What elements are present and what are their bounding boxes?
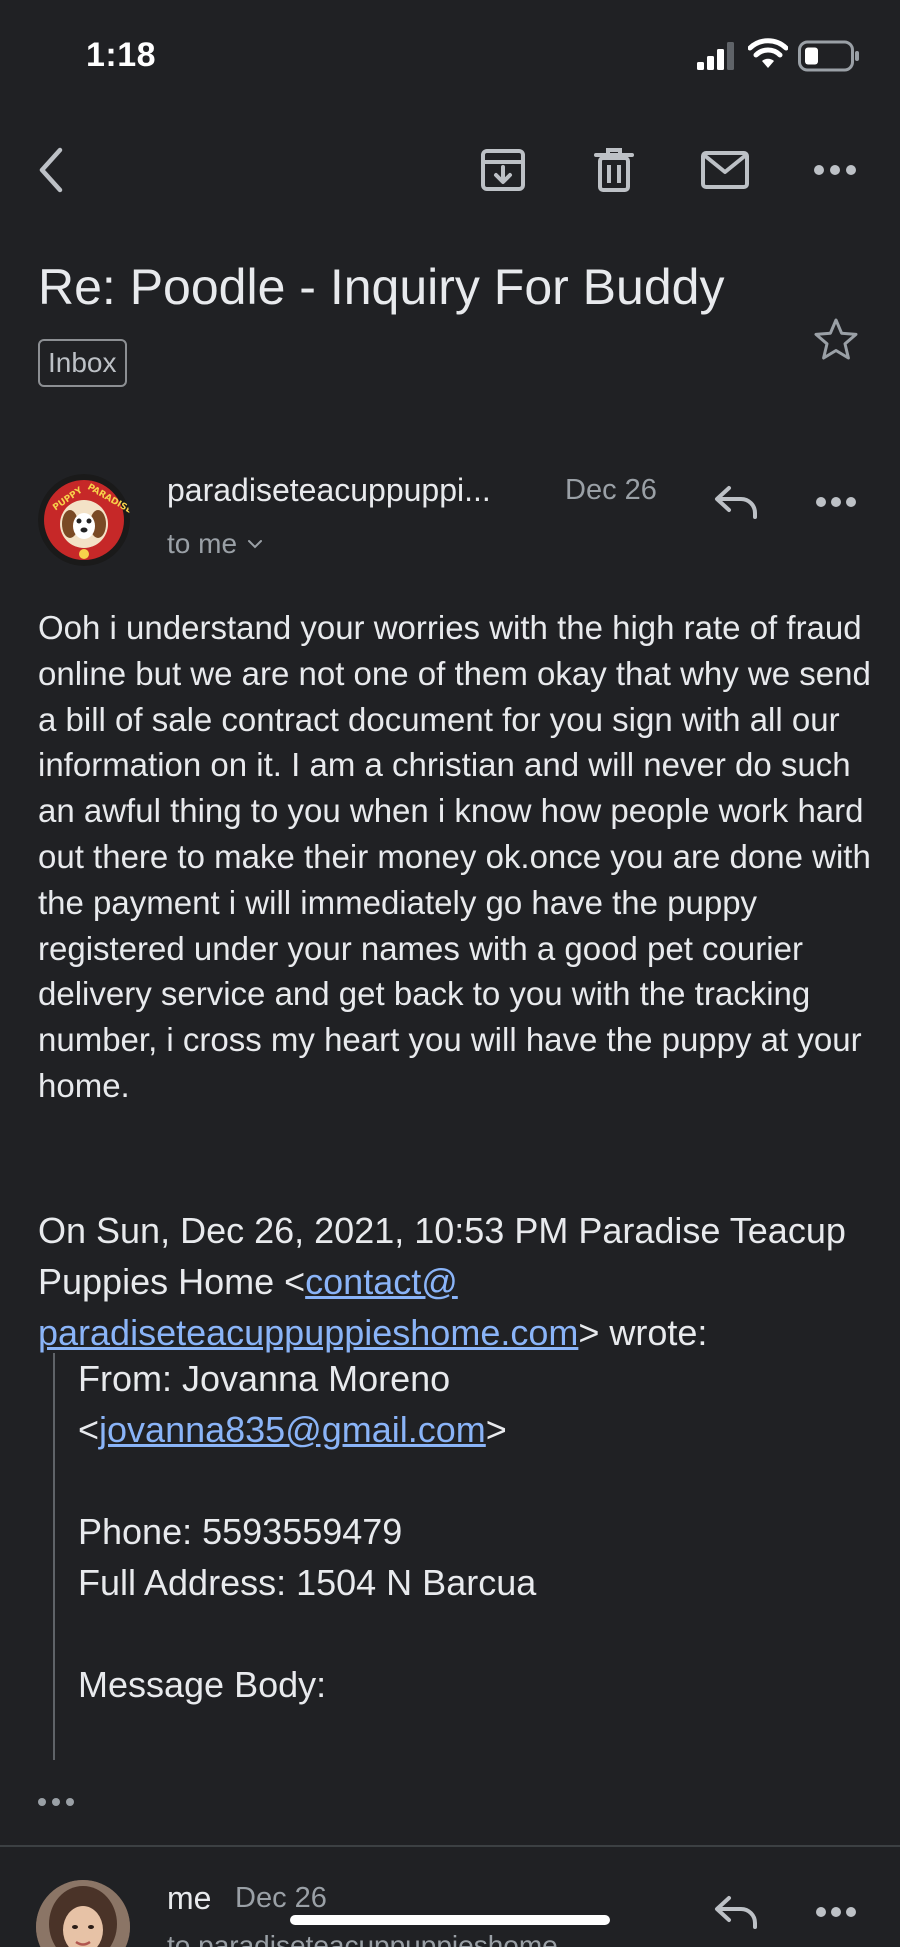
message-date: Dec 26 [565,474,657,506]
quoted-email-link[interactable]: jovanna835@gmail.com [99,1409,486,1450]
message-more-button[interactable] [800,470,872,534]
more-horizontal-icon [816,1907,856,1917]
quote-outro-text: > wrote: [578,1312,708,1353]
quoted-message-body-label: Message Body: [78,1664,327,1705]
recipient-details-toggle[interactable]: to me [167,528,263,560]
archive-button[interactable] [463,130,543,210]
quoted-phone: Phone: 5593559479 [78,1511,403,1552]
sender-name[interactable]: paradiseteacuppuppi... [167,472,537,509]
quoted-address: Full Address: 1504 N Barcua [78,1562,537,1603]
star-button[interactable] [808,312,864,368]
back-arrow-icon [39,147,63,193]
reply-icon [715,1896,757,1929]
more-horizontal-icon [816,497,856,507]
back-button[interactable] [12,130,92,210]
inbox-label-chip[interactable]: Inbox [38,339,127,387]
reply-button[interactable] [700,470,772,534]
sender-avatar[interactable]: PUPPY PARADISE [38,474,130,566]
message-body: Ooh i understand your worries with the h… [38,609,871,1104]
delete-button[interactable] [574,130,654,210]
second-recipient-text[interactable]: to paradiseteacuppuppieshome [167,1930,558,1947]
mail-icon [701,151,749,189]
second-sender-name[interactable]: me [167,1880,211,1917]
home-indicator[interactable] [290,1915,610,1925]
more-horizontal-icon [814,165,856,175]
battery-icon [798,40,859,72]
message-divider [0,1845,900,1847]
email-subject: Re: Poodle - Inquiry For Buddy [38,259,725,315]
recipient-text: to me [167,528,238,559]
second-message-more-button[interactable] [800,1880,872,1944]
reply-icon [715,486,757,519]
wifi-icon [748,38,788,68]
second-reply-button[interactable] [700,1880,772,1944]
quote-attribution: On Sun, Dec 26, 2021, 10:53 PM Paradise … [38,1205,878,1358]
top-toolbar [0,130,900,220]
mark-unread-button[interactable] [685,130,765,210]
profile-photo [36,1880,130,1947]
email-thread-screen: 1:18 Re: Poodle - Inquiry For Buddy Inbo… [0,0,900,1947]
second-message-date: Dec 26 [235,1882,327,1914]
signal-icon [697,42,734,70]
ellipsis-dot [66,1798,74,1806]
ellipsis-dot [52,1798,60,1806]
quoted-message: From: Jovanna Moreno <jovanna835@gmail.c… [53,1353,853,1760]
puppy-paradise-logo: PUPPY PARADISE [38,474,130,566]
status-bar: 1:18 [0,0,900,115]
archive-icon [481,149,525,191]
star-icon [814,318,858,360]
quoted-email-line: <jovanna835@gmail.com> [78,1409,507,1450]
quoted-from: From: Jovanna Moreno [78,1358,451,1399]
more-options-button[interactable] [795,130,875,210]
my-avatar[interactable] [36,1880,130,1947]
chevron-down-icon [248,540,263,549]
trash-icon [594,148,634,192]
show-trimmed-content-button[interactable] [38,1790,86,1814]
ellipsis-dot [38,1798,46,1806]
status-time: 1:18 [86,36,157,74]
